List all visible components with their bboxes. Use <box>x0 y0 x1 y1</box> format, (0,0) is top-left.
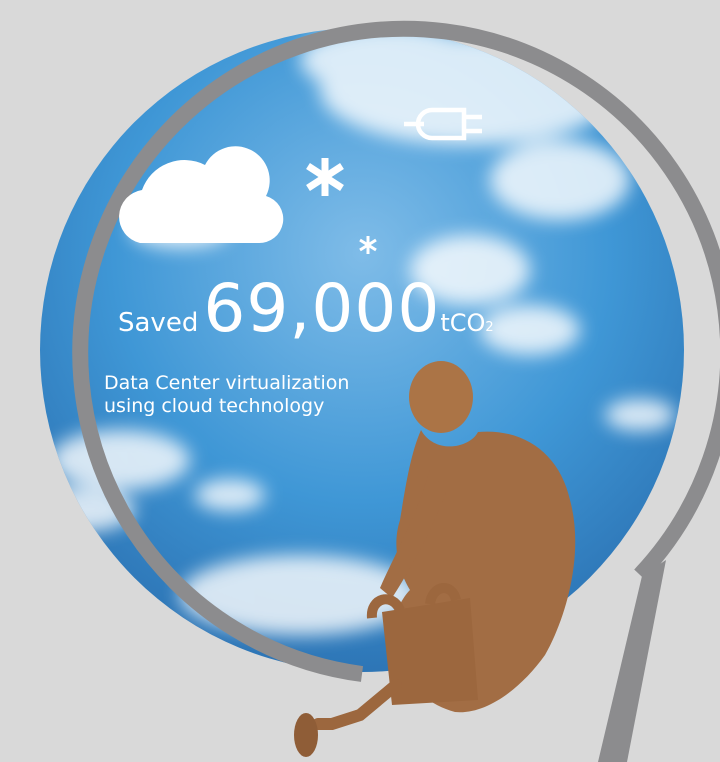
caption-line-2: using cloud technology <box>104 395 325 417</box>
headline-value: 69,000 <box>203 270 441 347</box>
headline: Saved 69,000tCO2 <box>118 270 494 347</box>
caption: Data Center virtualization using cloud t… <box>104 372 349 418</box>
headline-unit: tCO <box>440 309 486 337</box>
headline-label: Saved <box>118 308 199 338</box>
sky-circle <box>40 28 684 672</box>
caption-line-1: Data Center virtualization <box>104 372 350 394</box>
headline-unit-subscript: 2 <box>485 320 494 335</box>
